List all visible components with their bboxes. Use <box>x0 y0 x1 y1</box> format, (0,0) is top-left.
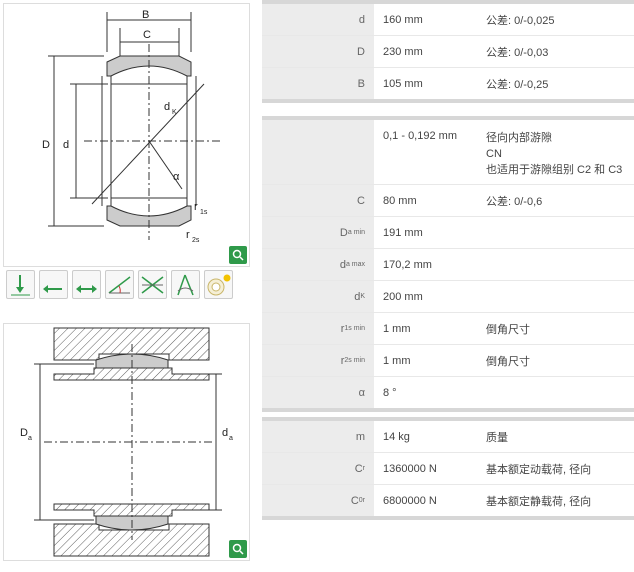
label-Da-sub: a <box>28 435 32 442</box>
axial-load-one-direction-icon <box>39 270 68 299</box>
row-value: 6800000 N <box>383 494 437 507</box>
row-note: 倒角尺寸 <box>486 355 530 368</box>
row-label: Da min <box>262 217 374 248</box>
row-label: C <box>262 185 374 216</box>
row-label: r 1s min <box>262 313 374 344</box>
row-note: 径向内部游隙 CN 也适用于游隙组别 C2 和 C3 <box>486 120 634 178</box>
label-r1s-sub: 1s <box>200 209 208 216</box>
radial-load-icon <box>6 270 35 299</box>
row-value: 14 kg <box>383 430 410 443</box>
row-label <box>262 120 374 184</box>
row-label: C 0r <box>262 485 374 516</box>
label-alpha: α <box>173 171 180 183</box>
row-label: d <box>262 4 374 35</box>
row-note: 倒角尺寸 <box>486 323 530 336</box>
row-label: da max <box>262 249 374 280</box>
row-value: 105 mm <box>383 77 423 90</box>
row-label: r 2s min <box>262 345 374 376</box>
tilt-angle-icon <box>105 270 134 299</box>
misalignment-icon <box>138 270 167 299</box>
row-value: 160 mm <box>383 13 423 26</box>
mounting-dimensions-drawing: D a d a <box>20 327 233 557</box>
axial-load-both-directions-icon <box>72 270 101 299</box>
label-d: d <box>63 139 69 151</box>
row-note: 基本额定动载荷, 径向 <box>486 463 592 476</box>
label-dK: d <box>164 101 170 113</box>
label-r2s-sub: 2s <box>192 237 200 244</box>
bearing-cross-section-drawing: B C D d d K α r 1s r 2s <box>42 9 222 244</box>
table-row: r 2s min 1 mm 倒角尺寸 <box>262 345 634 377</box>
zoom-icon[interactable] <box>229 540 247 558</box>
label-da: d <box>222 427 228 439</box>
row-label: B <box>262 68 374 99</box>
table-row: B 105 mm 公差: 0/-0,25 <box>262 68 634 99</box>
row-note: 公差: 0/-0,025 <box>486 14 555 27</box>
table-row: C 0r 6800000 N 基本额定静载荷, 径向 <box>262 485 634 516</box>
swivel-motion-icon <box>171 270 200 299</box>
mounting-drawing-panel: D a d a <box>3 323 250 561</box>
table-row: α 8 ° <box>262 377 634 408</box>
row-value: 200 mm <box>383 290 423 303</box>
detail-dimensions-table: 0,1 - 0,192 mm 径向内部游隙 CN 也适用于游隙组别 C2 和 C… <box>262 116 634 412</box>
clearance-note-line: 径向内部游隙 <box>486 132 552 144</box>
table-row: C 80 mm 公差: 0/-0,6 <box>262 185 634 217</box>
row-value: 230 mm <box>383 45 423 58</box>
row-value: 1 mm <box>383 322 411 335</box>
label-dK-sub: K <box>172 109 177 116</box>
load-rating-table: m 14 kg 质量 Cr 1360000 N 基本额定动载荷, 径向 C 0r … <box>262 417 634 520</box>
table-row: Da min 191 mm <box>262 217 634 249</box>
table-row: dK 200 mm <box>262 281 634 313</box>
table-row: m 14 kg 质量 <box>262 421 634 453</box>
table-row: d 160 mm 公差: 0/-0,025 <box>262 4 634 36</box>
row-note: 公差: 0/-0,25 <box>486 78 549 91</box>
zoom-icon[interactable] <box>229 246 247 264</box>
row-note: 公差: 0/-0,6 <box>486 195 543 208</box>
table-row: 0,1 - 0,192 mm 径向内部游隙 CN 也适用于游隙组别 C2 和 C… <box>262 120 634 185</box>
feature-icons-row <box>6 270 233 299</box>
label-D: D <box>42 139 50 151</box>
row-label: Cr <box>262 453 374 484</box>
label-Da: D <box>20 427 28 439</box>
row-label: α <box>262 377 374 408</box>
table-row: Cr 1360000 N 基本额定动载荷, 径向 <box>262 453 634 485</box>
maintenance-free-icon <box>204 270 233 299</box>
row-value: 0,1 - 0,192 mm <box>383 130 457 142</box>
row-value: 80 mm <box>383 194 417 207</box>
label-da-sub: a <box>229 435 233 442</box>
row-note: 质量 <box>486 431 508 444</box>
clearance-note-line: CN <box>486 148 502 160</box>
bearing-drawing-panel: B C D d d K α r 1s r 2s <box>3 3 250 267</box>
main-dimensions-table: d 160 mm 公差: 0/-0,025 D 230 mm 公差: 0/-0,… <box>262 0 634 103</box>
row-label: m <box>262 421 374 452</box>
label-B: B <box>142 9 149 21</box>
label-r1s: r <box>194 201 198 213</box>
row-value: 1 mm <box>383 354 411 367</box>
row-label: D <box>262 36 374 67</box>
table-row: D 230 mm 公差: 0/-0,03 <box>262 36 634 68</box>
row-value: 8 ° <box>383 386 397 399</box>
row-note: 公差: 0/-0,03 <box>486 46 549 59</box>
row-value: 191 mm <box>383 226 423 239</box>
row-label: dK <box>262 281 374 312</box>
label-r2s: r <box>186 229 190 241</box>
row-note: 基本额定静载荷, 径向 <box>486 495 592 508</box>
clearance-note-line: 也适用于游隙组别 C2 和 C3 <box>486 164 623 176</box>
row-value: 1360000 N <box>383 462 437 475</box>
table-row: da max 170,2 mm <box>262 249 634 281</box>
row-value: 170,2 mm <box>383 258 432 271</box>
table-row: r 1s min 1 mm 倒角尺寸 <box>262 313 634 345</box>
label-C: C <box>143 29 151 41</box>
